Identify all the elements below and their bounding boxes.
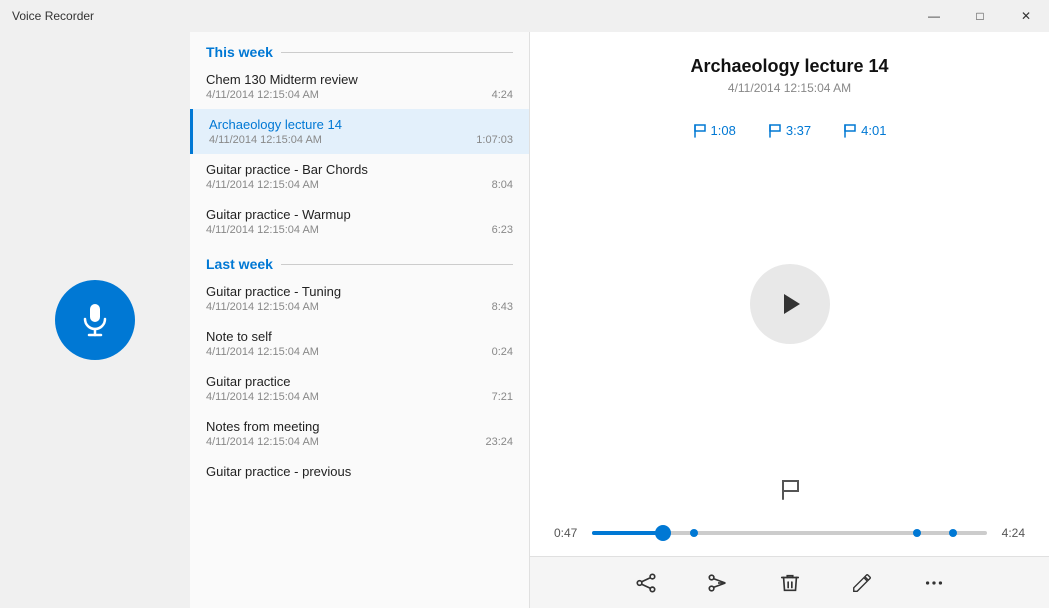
- delete-button[interactable]: [770, 563, 810, 603]
- marker-item[interactable]: 1:08: [693, 123, 736, 138]
- item-meta: 4/11/2014 12:15:04 AM 7:21: [206, 391, 513, 403]
- flag-icon: [778, 478, 802, 502]
- item-title: Guitar practice - Bar Chords: [206, 162, 513, 177]
- list-item[interactable]: Guitar practice - Warmup 4/11/2014 12:15:…: [190, 199, 529, 244]
- progress-marker-dot: [949, 529, 957, 537]
- microphone-icon: [77, 302, 113, 338]
- list-item[interactable]: Guitar practice - Tuning 4/11/2014 12:15:…: [190, 276, 529, 321]
- trim-button[interactable]: [698, 563, 738, 603]
- item-date: 4/11/2014 12:15:04 AM: [206, 436, 319, 448]
- record-button[interactable]: [55, 280, 135, 360]
- share-button[interactable]: [626, 563, 666, 603]
- recording-list: This week Chem 130 Midterm review 4/11/201…: [190, 32, 530, 608]
- section-divider: [281, 264, 513, 265]
- item-title: Guitar practice: [206, 374, 513, 389]
- item-duration: 6:23: [492, 224, 513, 236]
- item-duration: 8:04: [492, 179, 513, 191]
- item-duration: 0:24: [492, 346, 513, 358]
- item-title: Archaeology lecture 14: [209, 117, 513, 132]
- share-icon: [635, 572, 657, 594]
- minimize-button[interactable]: —: [911, 0, 957, 32]
- section-header: Last week: [190, 244, 529, 276]
- flag-marker-icon: [843, 124, 857, 138]
- list-item[interactable]: Archaeology lecture 14 4/11/2014 12:15:04…: [190, 109, 529, 154]
- flag-marker-icon: [693, 124, 707, 138]
- rename-button[interactable]: [842, 563, 882, 603]
- rename-icon: [851, 572, 873, 594]
- item-title: Guitar practice - Warmup: [206, 207, 513, 222]
- play-button[interactable]: [750, 264, 830, 344]
- item-title: Chem 130 Midterm review: [206, 72, 513, 87]
- item-meta: 4/11/2014 12:15:04 AM 23:24: [206, 436, 513, 448]
- list-item[interactable]: Guitar practice - previous: [190, 456, 529, 487]
- marker-time: 4:01: [861, 123, 886, 138]
- app-title: Voice Recorder: [12, 9, 94, 23]
- list-item[interactable]: Chem 130 Midterm review 4/11/2014 12:15:0…: [190, 64, 529, 109]
- item-duration: 7:21: [492, 391, 513, 403]
- item-title: Guitar practice - previous: [206, 464, 513, 479]
- section-header: This week: [190, 32, 529, 64]
- play-icon: [776, 290, 804, 318]
- item-duration: 8:43: [492, 301, 513, 313]
- item-date: 4/11/2014 12:15:04 AM: [206, 301, 319, 313]
- marker-item[interactable]: 3:37: [768, 123, 811, 138]
- list-item[interactable]: Notes from meeting 4/11/2014 12:15:04 AM 2…: [190, 411, 529, 456]
- item-date: 4/11/2014 12:15:04 AM: [206, 224, 319, 236]
- item-date: 4/11/2014 12:15:04 AM: [209, 134, 322, 146]
- detail-title: Archaeology lecture 14: [546, 56, 1033, 77]
- item-duration: 23:24: [485, 436, 513, 448]
- detail-header: Archaeology lecture 14 4/11/2014 12:15:0…: [530, 32, 1049, 103]
- item-duration: 1:07:03: [476, 134, 513, 146]
- play-area: [530, 146, 1049, 462]
- current-time: 0:47: [554, 526, 584, 540]
- item-meta: 4/11/2014 12:15:04 AM 1:07:03: [209, 134, 513, 146]
- sidebar: [0, 32, 190, 608]
- flag-area: [530, 462, 1049, 526]
- delete-icon: [779, 572, 801, 594]
- maximize-button[interactable]: □: [957, 0, 1003, 32]
- marker-item[interactable]: 4:01: [843, 123, 886, 138]
- detail-date: 4/11/2014 12:15:04 AM: [546, 81, 1033, 95]
- item-date: 4/11/2014 12:15:04 AM: [206, 89, 319, 101]
- total-time: 4:24: [995, 526, 1025, 540]
- item-meta: 4/11/2014 12:15:04 AM 6:23: [206, 224, 513, 236]
- marker-time: 1:08: [711, 123, 736, 138]
- trim-icon: [707, 572, 729, 594]
- more-icon: [923, 572, 945, 594]
- item-title: Note to self: [206, 329, 513, 344]
- window-controls: — □ ✕: [911, 0, 1049, 32]
- item-meta: 4/11/2014 12:15:04 AM 0:24: [206, 346, 513, 358]
- add-flag-button[interactable]: [770, 470, 810, 510]
- main-container: This week Chem 130 Midterm review 4/11/201…: [0, 32, 1049, 608]
- item-duration: 4:24: [492, 89, 513, 101]
- progress-fill: [592, 531, 663, 535]
- marker-time: 3:37: [786, 123, 811, 138]
- section-divider: [281, 52, 513, 53]
- item-date: 4/11/2014 12:15:04 AM: [206, 391, 319, 403]
- progress-track[interactable]: [592, 531, 987, 535]
- item-date: 4/11/2014 12:15:04 AM: [206, 346, 319, 358]
- item-meta: 4/11/2014 12:15:04 AM 4:24: [206, 89, 513, 101]
- item-title: Notes from meeting: [206, 419, 513, 434]
- flag-marker-icon: [768, 124, 782, 138]
- item-title: Guitar practice - Tuning: [206, 284, 513, 299]
- item-date: 4/11/2014 12:15:04 AM: [206, 179, 319, 191]
- detail-panel: Archaeology lecture 14 4/11/2014 12:15:0…: [530, 32, 1049, 608]
- section-label: This week: [206, 44, 273, 60]
- markers-row: 1:08 3:37 4:01: [530, 103, 1049, 146]
- list-item[interactable]: Guitar practice 4/11/2014 12:15:04 AM 7:21: [190, 366, 529, 411]
- more-button[interactable]: [914, 563, 954, 603]
- list-item[interactable]: Note to self 4/11/2014 12:15:04 AM 0:24: [190, 321, 529, 366]
- close-button[interactable]: ✕: [1003, 0, 1049, 32]
- progress-thumb: [655, 525, 671, 541]
- section-label: Last week: [206, 256, 273, 272]
- progress-marker-dot: [690, 529, 698, 537]
- item-meta: 4/11/2014 12:15:04 AM 8:04: [206, 179, 513, 191]
- list-item[interactable]: Guitar practice - Bar Chords 4/11/2014 12…: [190, 154, 529, 199]
- bottom-toolbar: [530, 556, 1049, 608]
- progress-marker-dot: [913, 529, 921, 537]
- title-bar: Voice Recorder — □ ✕: [0, 0, 1049, 32]
- progress-area: 0:47 4:24: [530, 526, 1049, 556]
- item-meta: 4/11/2014 12:15:04 AM 8:43: [206, 301, 513, 313]
